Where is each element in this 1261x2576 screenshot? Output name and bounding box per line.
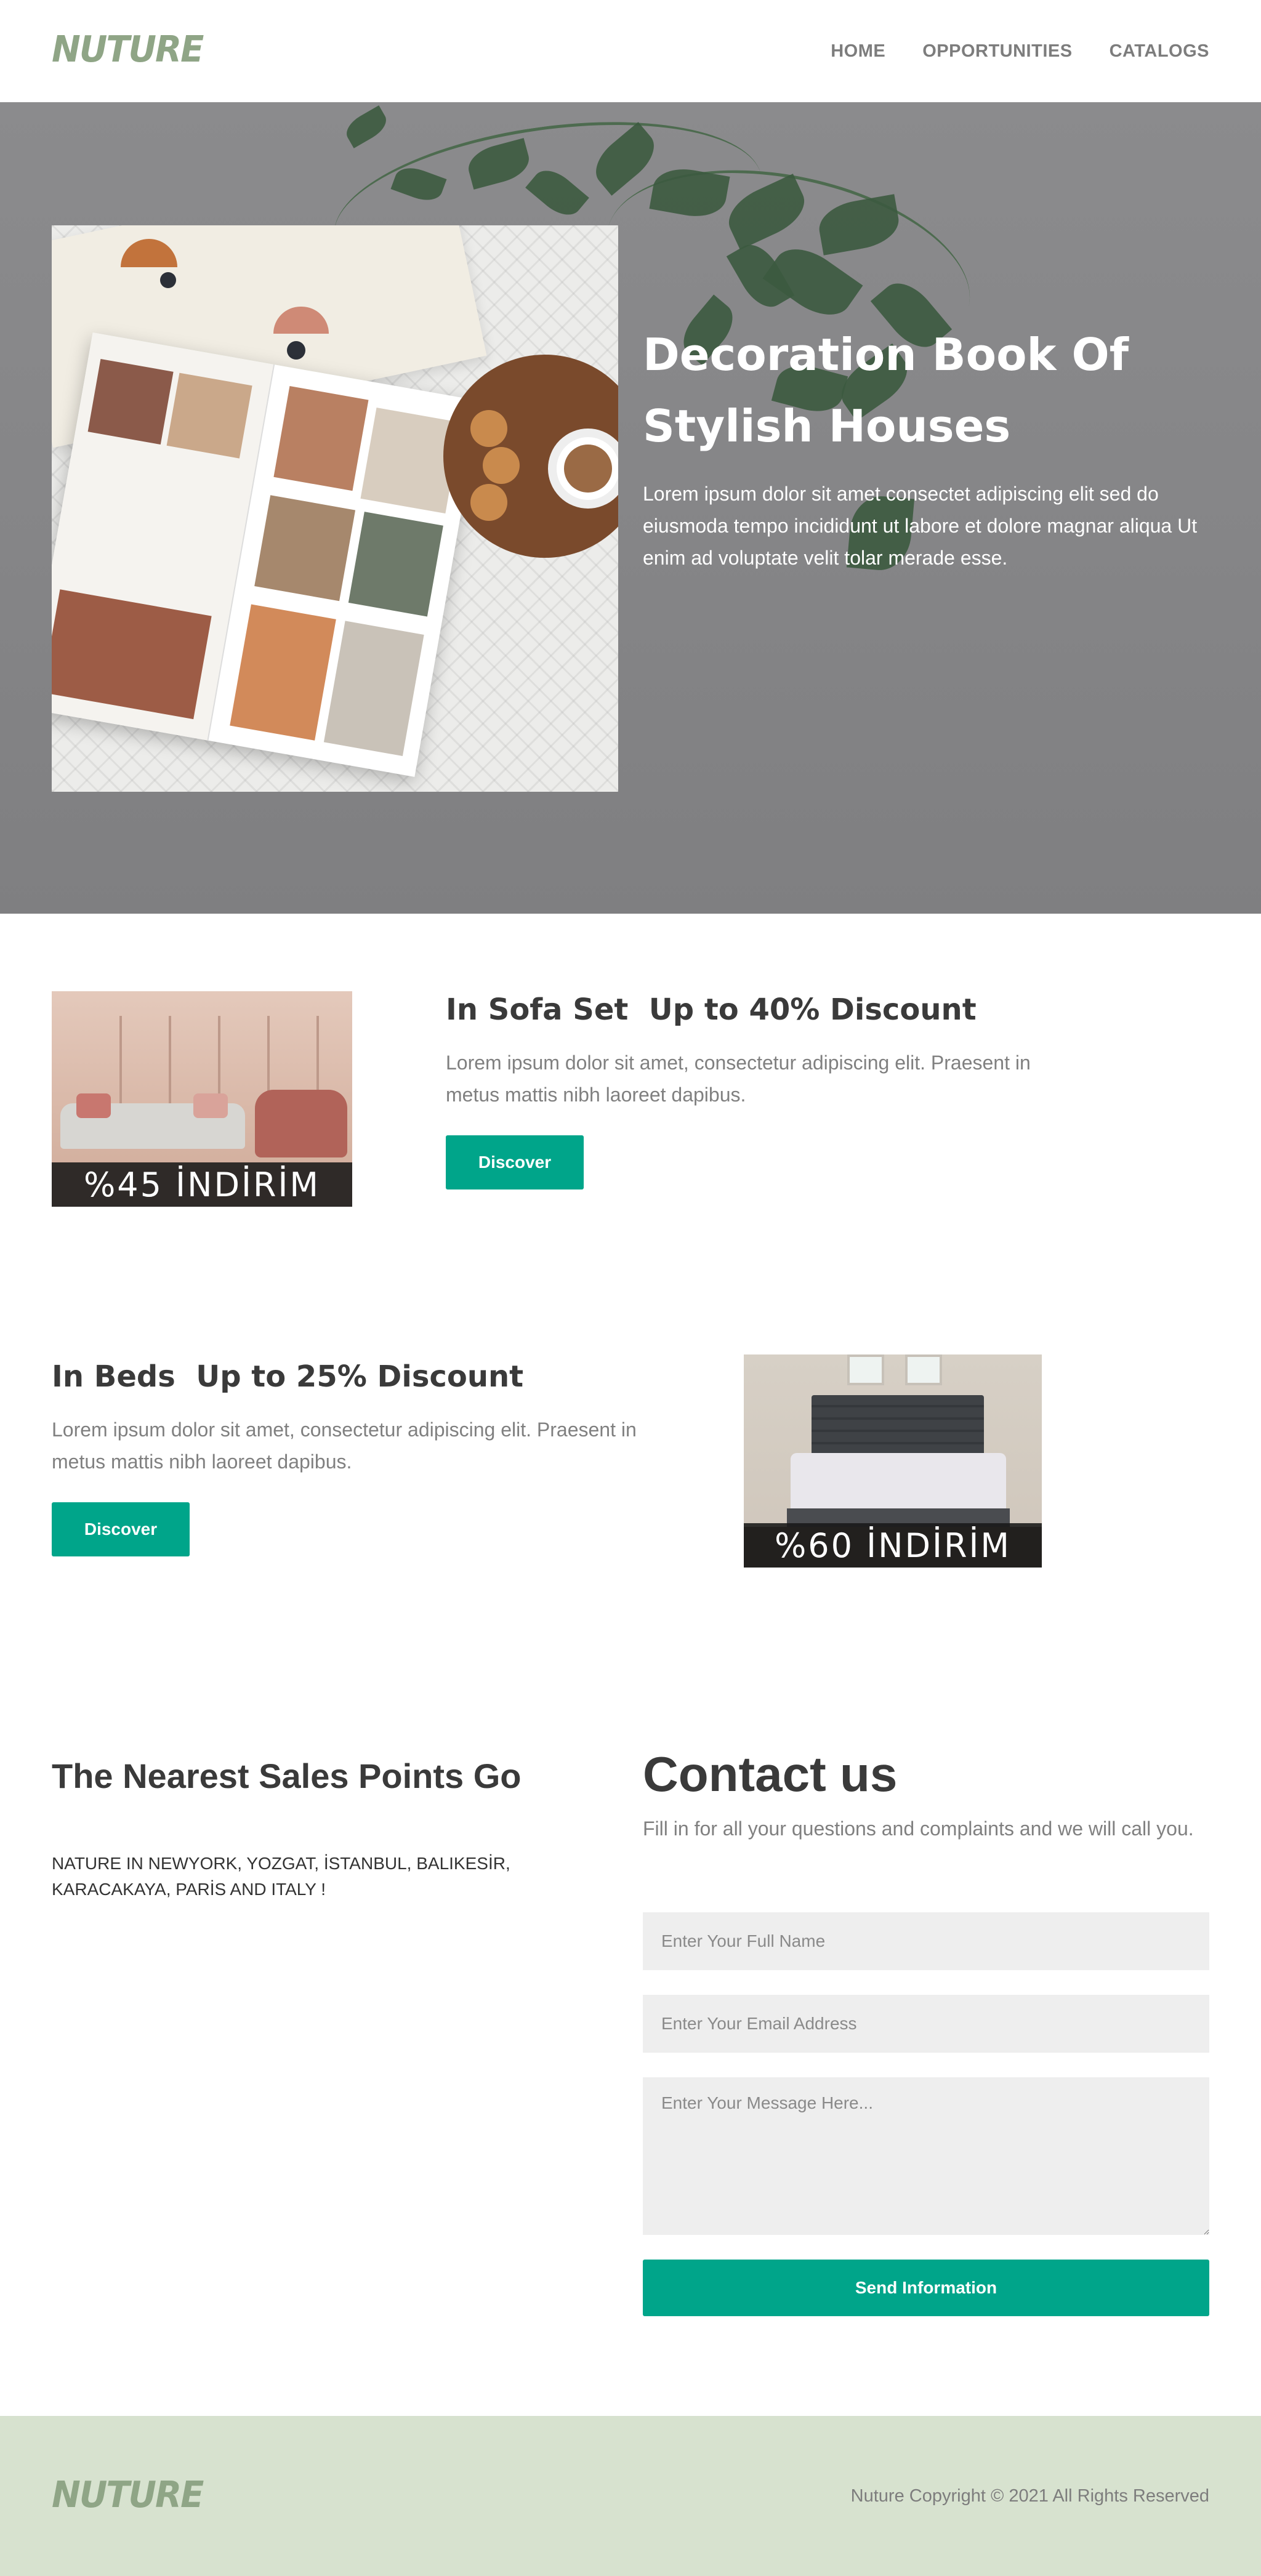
email-input[interactable] [643, 1995, 1209, 2053]
magazine-illustration [52, 332, 481, 777]
main-nav: HOME OPPORTUNITIES CATALOGS [831, 0, 1209, 102]
site-header: NUTURE HOME OPPORTUNITIES CATALOGS [0, 0, 1261, 102]
nav-catalogs-link[interactable]: CATALOGS [1110, 41, 1209, 62]
sales-points-text: NATURE IN NEWYORK, YOZGAT, İSTANBUL, BAL… [52, 1854, 510, 1899]
sales-points-title: The Nearest Sales Points Go [52, 1757, 522, 1795]
sofa-promo-title: In Sofa Set Up to 40% Discount [446, 992, 977, 1027]
send-information-button[interactable]: Send Information [643, 2260, 1209, 2316]
nav-opportunities-link[interactable]: OPPORTUNITIES [922, 41, 1072, 62]
contact-title: Contact us [643, 1747, 898, 1801]
sofa-discount-image: %45 İNDİRİM [52, 991, 352, 1207]
sofa-discover-button[interactable]: Discover [446, 1135, 584, 1189]
sofa-discount-banner: %45 İNDİRİM [52, 1162, 352, 1207]
full-name-input[interactable] [643, 1912, 1209, 1970]
hero-title: Decoration Book Of Stylish Houses [643, 329, 1129, 452]
beds-discover-button[interactable]: Discover [52, 1502, 190, 1556]
bed-discount-banner: %60 İNDİRİM [744, 1523, 1042, 1568]
nav-home-link[interactable]: HOME [831, 41, 885, 62]
brand-logo[interactable]: NUTURE [52, 28, 204, 70]
sofa-promo-text: Lorem ipsum dolor sit amet, consectetur … [446, 1052, 1031, 1106]
bed-discount-image: %60 İNDİRİM [744, 1354, 1042, 1568]
contact-description: Fill in for all your questions and compl… [643, 1817, 1194, 1840]
copyright-text: Nuture Copyright © 2021 All Rights Reser… [850, 2486, 1209, 2506]
message-textarea[interactable] [643, 2077, 1209, 2235]
footer-logo[interactable]: NUTURE [52, 2474, 204, 2516]
site-footer: NUTURE Nuture Copyright © 2021 All Right… [0, 2416, 1261, 2576]
hero-section: Decoration Book Of Stylish Houses Lorem … [0, 102, 1261, 914]
beds-promo-title: In Beds Up to 25% Discount [52, 1359, 524, 1394]
beds-promo-text: Lorem ipsum dolor sit amet, consectetur … [52, 1419, 637, 1473]
hero-image [52, 225, 618, 792]
hero-description: Lorem ipsum dolor sit amet consectet adi… [643, 483, 1198, 569]
